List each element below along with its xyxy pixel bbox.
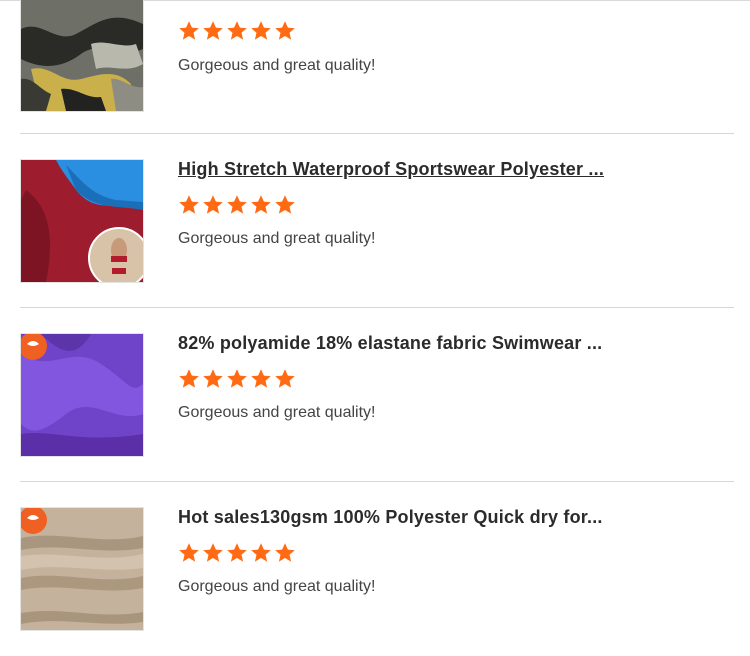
star-icon xyxy=(179,369,199,388)
review-item: 82% polyamide 18% elastane fabric Swimwe… xyxy=(20,308,734,482)
star-icon xyxy=(227,369,247,388)
rating-stars xyxy=(178,368,296,392)
star-icon xyxy=(203,543,223,562)
star-icon xyxy=(275,195,295,214)
star-icon xyxy=(227,543,247,562)
review-comment: Gorgeous and great quality! xyxy=(178,578,376,595)
product-thumbnail[interactable] xyxy=(20,0,144,112)
star-icon xyxy=(251,369,271,388)
star-icon xyxy=(203,21,223,40)
star-icon xyxy=(179,543,199,562)
review-comment: Gorgeous and great quality! xyxy=(178,230,376,247)
rating-stars xyxy=(178,20,296,44)
star-icon xyxy=(227,21,247,40)
swimwear-fabric-image xyxy=(21,160,143,282)
beige-fabric-image xyxy=(21,508,143,630)
product-title[interactable]: Hot sales130gsm 100% Polyester Quick dry… xyxy=(178,507,718,528)
review-item: Gorgeous and great quality! xyxy=(20,0,734,134)
rating-stars xyxy=(178,194,296,218)
star-icon xyxy=(203,195,223,214)
purple-fabric-image xyxy=(21,334,143,456)
star-icon xyxy=(227,195,247,214)
star-icon xyxy=(275,369,295,388)
rating-stars xyxy=(178,542,296,566)
star-icon xyxy=(275,21,295,40)
review-comment: Gorgeous and great quality! xyxy=(178,57,376,74)
review-list: Gorgeous and great quality! High Stretch… xyxy=(0,0,750,643)
star-icon xyxy=(179,21,199,40)
star-icon xyxy=(251,21,271,40)
product-title-link[interactable]: High Stretch Waterproof Sportswear Polye… xyxy=(178,159,718,180)
product-title[interactable]: 82% polyamide 18% elastane fabric Swimwe… xyxy=(178,333,718,354)
star-icon xyxy=(251,543,271,562)
star-icon xyxy=(251,195,271,214)
star-icon xyxy=(179,195,199,214)
product-thumbnail[interactable] xyxy=(20,333,144,457)
review-comment: Gorgeous and great quality! xyxy=(178,404,376,421)
star-icon xyxy=(275,543,295,562)
star-icon xyxy=(203,369,223,388)
product-thumbnail[interactable] xyxy=(20,159,144,283)
product-thumbnail[interactable] xyxy=(20,507,144,631)
review-item: High Stretch Waterproof Sportswear Polye… xyxy=(20,134,734,308)
review-item: Hot sales130gsm 100% Polyester Quick dry… xyxy=(20,482,734,656)
camo-fabric-image xyxy=(21,0,143,111)
